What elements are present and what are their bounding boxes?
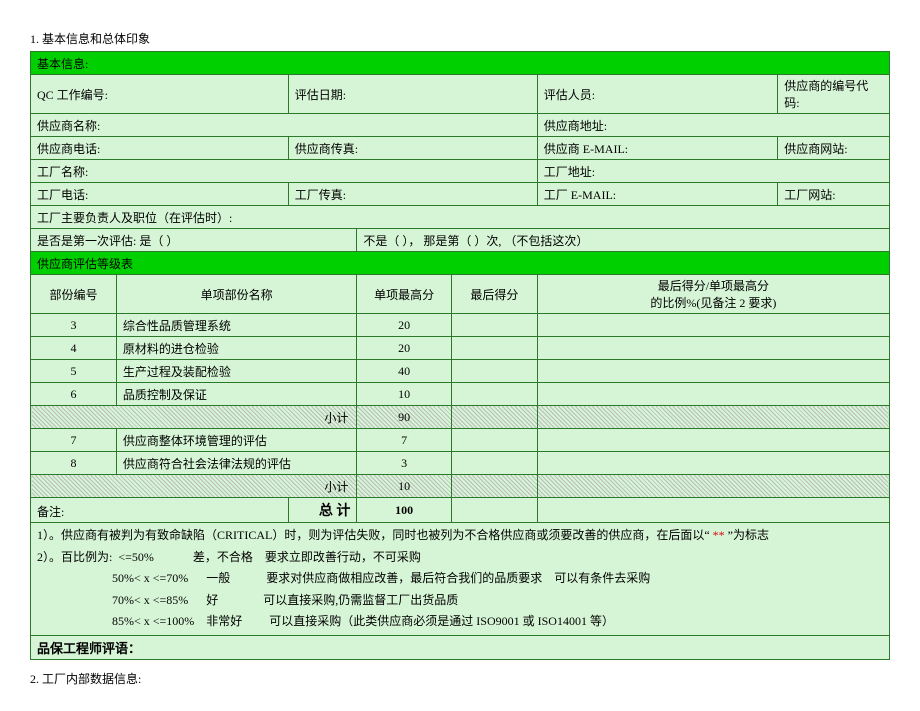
label-factory-name: 工厂名称: (31, 160, 538, 183)
row-3-max: 20 (357, 314, 451, 337)
col-final: 最后得分 (451, 275, 537, 314)
label-first-eval-no: 不是（ ）， 那是第（ ）次, （不包括这次） (357, 229, 890, 252)
label-supplier-addr: 供应商地址: (537, 114, 889, 137)
row-7-ratio (537, 429, 889, 452)
label-factory-person: 工厂主要负责人及职位（在评估时）: (31, 206, 890, 229)
total-val: 100 (357, 498, 451, 523)
row-4-no: 4 (31, 337, 117, 360)
grade-header: 供应商评估等级表 (31, 252, 890, 275)
col-ratio: 最后得分/单项最高分的比例%(见备注 2 要求) (537, 275, 889, 314)
row-4-final (451, 337, 537, 360)
subtotal-2-label: 小计 (31, 475, 357, 498)
subtotal-1-val: 90 (357, 406, 451, 429)
row-6-ratio (537, 383, 889, 406)
subtotal-2-ratio (537, 475, 889, 498)
col-part-no: 部份编号 (31, 275, 117, 314)
subtotal-1-ratio (537, 406, 889, 429)
row-3-ratio (537, 314, 889, 337)
label-supplier-email: 供应商 E-MAIL: (537, 137, 778, 160)
row-3-name: 综合性品质管理系统 (116, 314, 357, 337)
label-factory-email: 工厂 E-MAIL: (537, 183, 778, 206)
label-supplier-code: 供应商的编号代码: (778, 75, 890, 114)
row-6-no: 6 (31, 383, 117, 406)
label-factory-tel: 工厂电话: (31, 183, 289, 206)
basic-info-header: 基本信息: (31, 52, 890, 75)
label-supplier-tel: 供应商电话: (31, 137, 289, 160)
row-4-name: 原材料的进仓检验 (116, 337, 357, 360)
row-7-max: 7 (357, 429, 451, 452)
label-supplier-fax: 供应商传真: (288, 137, 537, 160)
main-table: 基本信息: QC 工作编号: 评估日期: 评估人员: 供应商的编号代码: 供应商… (30, 51, 890, 660)
subtotal-2-val: 10 (357, 475, 451, 498)
heading-factory-data: 2. 工厂内部数据信息: (30, 670, 890, 687)
row-8-final (451, 452, 537, 475)
row-5-final (451, 360, 537, 383)
notes-block: 1）。供应商有被判为有致命缺陷（CRITICAL）时，则为评估失败，同时也被列为… (31, 523, 890, 636)
row-8-ratio (537, 452, 889, 475)
total-ratio (537, 498, 889, 523)
label-supplier-web: 供应商网站: (778, 137, 890, 160)
label-factory-web: 工厂网站: (778, 183, 890, 206)
subtotal-1-label: 小计 (31, 406, 357, 429)
row-8-no: 8 (31, 452, 117, 475)
note-label: 备注: (31, 498, 289, 523)
total-label: 总 计 (288, 498, 357, 523)
row-8-max: 3 (357, 452, 451, 475)
row-5-no: 5 (31, 360, 117, 383)
row-7-no: 7 (31, 429, 117, 452)
row-4-ratio (537, 337, 889, 360)
row-5-max: 40 (357, 360, 451, 383)
row-7-name: 供应商整体环境管理的评估 (116, 429, 357, 452)
row-5-name: 生产过程及装配检验 (116, 360, 357, 383)
label-first-eval-yes: 是否是第一次评估: 是（ ） (31, 229, 357, 252)
row-3-no: 3 (31, 314, 117, 337)
label-factory-fax: 工厂传真: (288, 183, 537, 206)
row-4-max: 20 (357, 337, 451, 360)
row-3-final (451, 314, 537, 337)
col-max: 单项最高分 (357, 275, 451, 314)
heading-basic-info: 1. 基本信息和总体印象 (30, 30, 890, 47)
row-6-max: 10 (357, 383, 451, 406)
row-5-ratio (537, 360, 889, 383)
subtotal-2-final (451, 475, 537, 498)
row-7-final (451, 429, 537, 452)
qa-engineer-comment: 品保工程师评语： (31, 635, 890, 659)
label-factory-addr: 工厂地址: (537, 160, 889, 183)
row-6-final (451, 383, 537, 406)
col-part-name: 单项部份名称 (116, 275, 357, 314)
label-qc-no: QC 工作编号: (31, 75, 289, 114)
label-supplier-name: 供应商名称: (31, 114, 538, 137)
label-eval-date: 评估日期: (288, 75, 537, 114)
row-8-name: 供应商符合社会法律法规的评估 (116, 452, 357, 475)
subtotal-1-final (451, 406, 537, 429)
total-final (451, 498, 537, 523)
row-6-name: 品质控制及保证 (116, 383, 357, 406)
label-evaluator: 评估人员: (537, 75, 778, 114)
